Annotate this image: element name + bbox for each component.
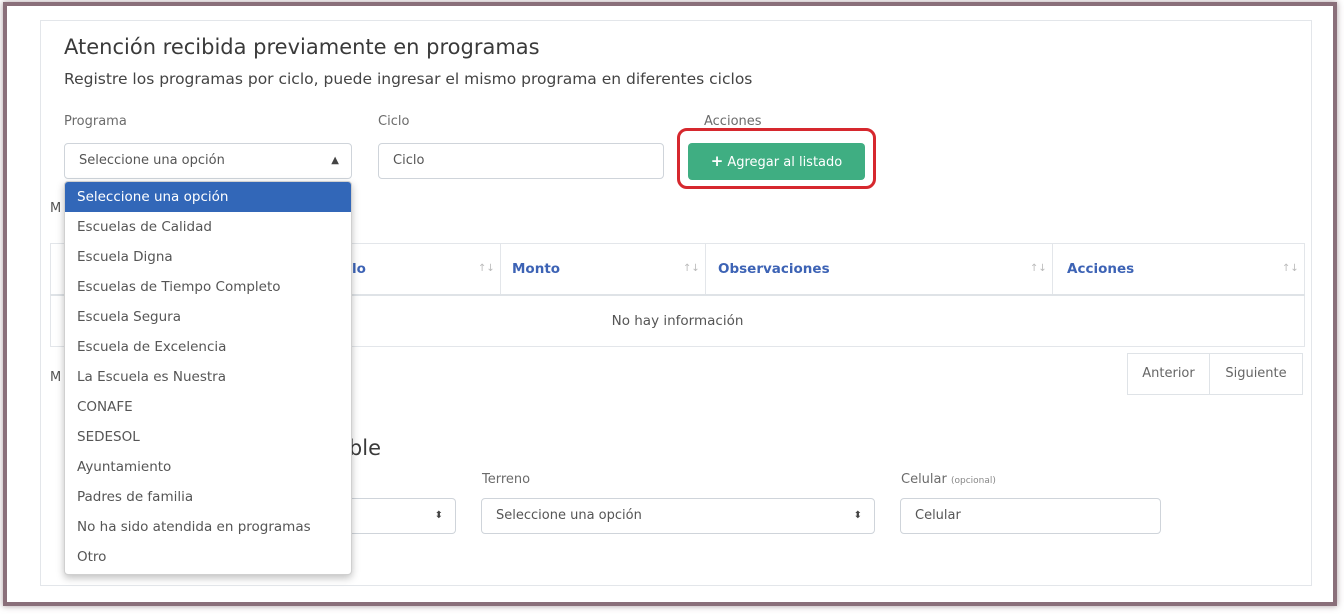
section-title: Atención recibida previamente en program…	[64, 35, 540, 59]
programa-label: Programa	[64, 114, 127, 129]
sort-icon[interactable]: ↑↓	[683, 244, 700, 294]
programa-select[interactable]: Seleccione una opción ▲	[64, 143, 352, 179]
column-separator	[1052, 244, 1053, 294]
celular-optional: (opcional)	[951, 476, 996, 486]
next-page-button[interactable]: Siguiente	[1209, 353, 1303, 395]
celular-label: Celular (opcional)	[901, 472, 996, 487]
ciclo-placeholder: Ciclo	[393, 153, 425, 168]
acciones-label: Acciones	[704, 114, 762, 129]
ciclo-label: Ciclo	[378, 114, 410, 129]
sort-icon[interactable]: ↑↓	[478, 244, 495, 294]
dropdown-option[interactable]: Escuela Segura	[65, 302, 351, 332]
partial-text-1: M	[50, 201, 62, 216]
ciclo-input[interactable]: Ciclo	[378, 143, 664, 179]
dropdown-option[interactable]: Ayuntamiento	[65, 452, 351, 482]
programa-dropdown-list: Seleccione una opción Escuelas de Calida…	[64, 181, 352, 575]
updown-arrow-icon: ⬍	[434, 510, 443, 521]
dropdown-option[interactable]: Escuela Digna	[65, 242, 351, 272]
dropdown-option[interactable]: Padres de familia	[65, 482, 351, 512]
previous-page-button[interactable]: Anterior	[1127, 353, 1210, 395]
dropdown-option[interactable]: La Escuela es Nuestra	[65, 362, 351, 392]
terreno-label: Terreno	[482, 472, 531, 487]
terreno-select[interactable]: Seleccione una opción ⬍	[481, 498, 875, 534]
sort-icon[interactable]: ↑↓	[1030, 244, 1047, 294]
dropdown-option[interactable]: SEDESOL	[65, 422, 351, 452]
partial-text-2: M	[50, 370, 62, 385]
highlight-box	[677, 128, 876, 189]
celular-placeholder: Celular	[915, 508, 961, 523]
column-separator	[705, 244, 706, 294]
updown-arrow-icon: ⬍	[853, 510, 862, 521]
dropdown-option[interactable]: Otro	[65, 542, 351, 572]
celular-input[interactable]: Celular	[900, 498, 1161, 534]
column-header-observaciones[interactable]: Observaciones	[718, 244, 830, 294]
dropdown-option[interactable]: Escuela de Excelencia	[65, 332, 351, 362]
sort-icon[interactable]: ↑↓	[1282, 244, 1299, 294]
dropdown-option[interactable]: CONAFE	[65, 392, 351, 422]
section-subtitle: Registre los programas por ciclo, puede …	[64, 70, 753, 88]
celular-label-text: Celular	[901, 472, 947, 487]
dropdown-option[interactable]: Seleccione una opción	[65, 182, 351, 212]
column-header-monto[interactable]: Monto	[512, 244, 560, 294]
dropdown-option[interactable]: Escuelas de Tiempo Completo	[65, 272, 351, 302]
dropdown-option[interactable]: No ha sido atendida en programas	[65, 512, 351, 542]
column-header-acciones[interactable]: Acciones	[1067, 244, 1134, 294]
terreno-select-value: Seleccione una opción	[496, 508, 642, 523]
dropdown-option[interactable]: Escuelas de Calidad	[65, 212, 351, 242]
column-separator	[500, 244, 501, 294]
updown-arrow-icon: ▲	[331, 155, 339, 166]
programa-select-value: Seleccione una opción	[79, 153, 225, 168]
column-header-ciclo[interactable]: lo	[352, 244, 366, 294]
